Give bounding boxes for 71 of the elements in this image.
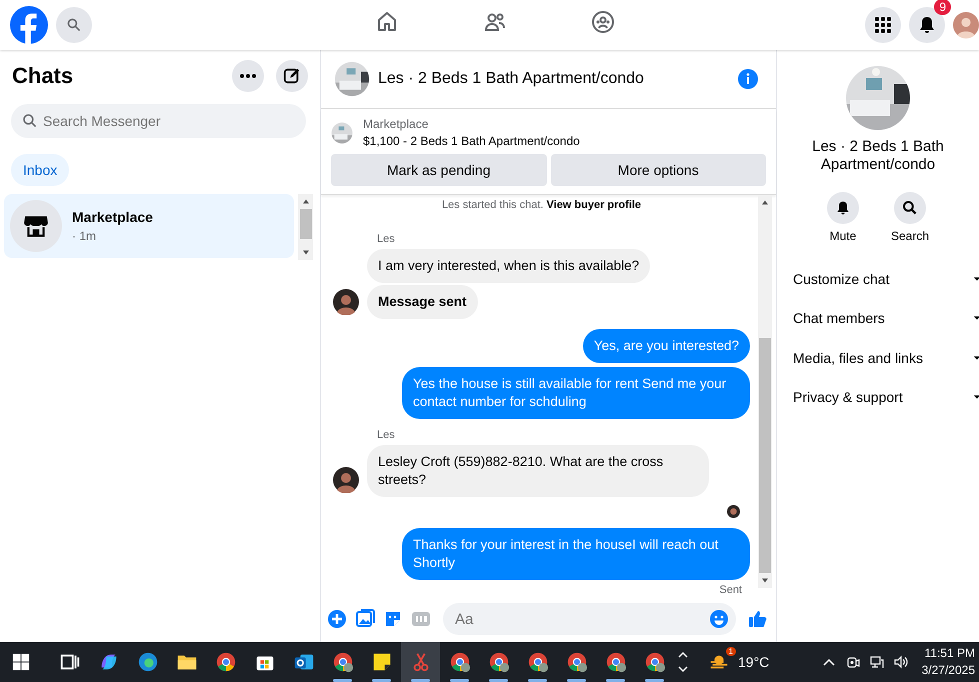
info-icon[interactable] xyxy=(738,69,758,89)
search-button[interactable] xyxy=(894,192,926,224)
details-section[interactable]: Privacy & support xyxy=(777,378,979,417)
search-icon xyxy=(66,17,82,33)
action-label: Search xyxy=(890,229,930,243)
network-icon[interactable] xyxy=(870,655,884,669)
section-label: Media, files and links xyxy=(793,350,923,366)
section-label: Chat members xyxy=(793,310,885,326)
avatar xyxy=(333,467,359,493)
emoji-icon[interactable] xyxy=(709,609,729,629)
scrollbar[interactable] xyxy=(298,194,313,260)
search-icon xyxy=(902,200,918,216)
search-field[interactable]: Search Messenger xyxy=(11,104,306,138)
mute-button[interactable] xyxy=(826,192,859,224)
action-label: Mute xyxy=(830,229,856,243)
facebook-logo-icon[interactable] xyxy=(10,6,48,44)
details-section[interactable]: Media, files and links xyxy=(777,338,979,378)
seen-avatar xyxy=(727,505,740,518)
group-icon xyxy=(590,10,614,34)
scrollbar[interactable] xyxy=(758,195,772,588)
overflow-chevron-icon[interactable] xyxy=(678,650,688,674)
message-status: Sent xyxy=(719,584,742,596)
view-buyer-profile-link[interactable]: View buyer profile xyxy=(546,199,642,211)
search-icon xyxy=(22,113,38,129)
windows-start-icon[interactable] xyxy=(12,653,30,671)
message-bubble: Thanks for your interest in the houseI will reach out Shortly xyxy=(402,528,750,580)
message-bubble: Lesley Croft (559)882-8210. What are the cross streets? xyxy=(367,445,709,497)
like-icon[interactable] xyxy=(748,609,768,629)
compose-icon xyxy=(283,67,301,85)
sender-name: Les xyxy=(377,233,395,245)
notification-count-badge: 9 xyxy=(934,0,951,15)
image-icon[interactable] xyxy=(355,609,375,629)
listing-source: Marketplace xyxy=(363,117,430,131)
conversation-title: Les · 2 Beds 1 Bath Apartment/condo xyxy=(378,70,645,88)
inbox-tab[interactable]: Inbox xyxy=(11,154,70,186)
add-icon[interactable] xyxy=(327,609,347,629)
camera-icon[interactable] xyxy=(846,655,860,669)
temperature: 19°C xyxy=(738,654,770,670)
snip-app-icon[interactable] xyxy=(401,642,440,682)
conversation-name: Marketplace xyxy=(72,209,153,225)
message-input-field[interactable]: Aa xyxy=(443,603,736,635)
listing-action-button[interactable]: Mark as pending xyxy=(331,154,546,186)
message-bubble: I am very interested, when is this available? xyxy=(367,249,650,283)
chats-title: Chats xyxy=(12,63,74,89)
grid-icon xyxy=(874,16,892,34)
new-message-button[interactable] xyxy=(276,60,308,92)
bell-icon xyxy=(917,15,937,35)
bell-icon xyxy=(834,200,851,216)
apps-menu-button[interactable] xyxy=(865,7,901,43)
volume-icon[interactable] xyxy=(894,655,908,669)
weather-badge: 1 xyxy=(726,647,736,656)
sender-name: Les xyxy=(377,429,395,441)
message-bubble: Message sent xyxy=(367,285,478,319)
chat-started-notice: Les started this chat. View buyer profile xyxy=(440,199,642,213)
conversation-item[interactable]: Marketplace · 1m xyxy=(4,194,294,258)
details-section[interactable]: Chat members xyxy=(777,298,979,338)
listing-action-button[interactable]: More options xyxy=(550,154,766,186)
clock-time[interactable]: 11:51 PM xyxy=(924,645,975,662)
section-label: Customize chat xyxy=(793,270,890,287)
conversation-title: Les · 2 Beds 1 Bath Apartment/condo xyxy=(811,138,945,174)
message-bubble: Yes, are you interested? xyxy=(582,329,750,363)
conversation-time: · 1m xyxy=(72,229,97,243)
listing-summary: $1,100 - 2 Beds 1 Bath Apartment/condo xyxy=(363,134,580,148)
more-options-button[interactable] xyxy=(232,60,264,92)
details-section[interactable]: Customize chat xyxy=(777,259,979,298)
sticker-icon[interactable] xyxy=(383,609,403,629)
section-label: Privacy & support xyxy=(793,389,903,406)
clock-date[interactable]: 3/27/2025 xyxy=(922,662,975,679)
message-bubble: Yes the house is still available for rent Send me your contact number for schduling xyxy=(402,367,750,419)
more-icon xyxy=(240,74,256,78)
avatar xyxy=(333,289,359,315)
